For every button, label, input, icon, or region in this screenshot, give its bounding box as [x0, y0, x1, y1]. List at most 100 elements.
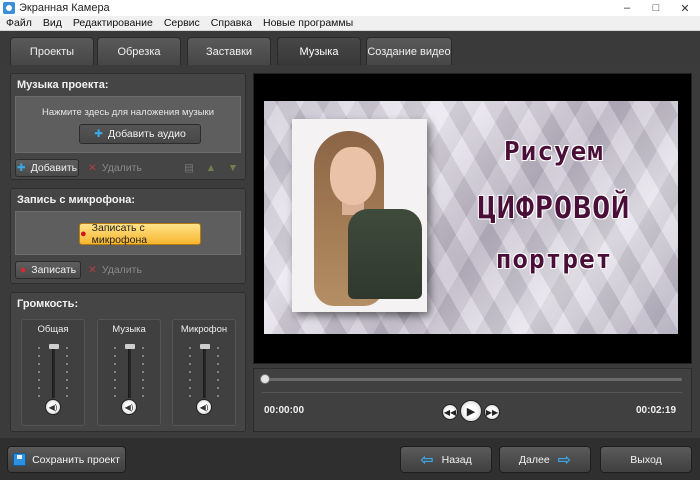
video-viewer[interactable]: Рисуем ЦИФРОВОЙ портрет: [253, 73, 692, 364]
volume-slider-handle[interactable]: [200, 344, 210, 349]
floppy-disk-icon: [13, 453, 27, 466]
previous-icon[interactable]: ◀◀: [442, 404, 458, 420]
seek-bar[interactable]: [260, 374, 682, 384]
volume-slider-track[interactable]: [200, 344, 210, 398]
seek-handle[interactable]: [260, 374, 270, 384]
portrait-face: [330, 147, 376, 205]
remove-recording-label: Удалить: [101, 264, 142, 276]
menu-bar: Файл Вид Редактирование Сервис Справка Н…: [0, 16, 700, 31]
scale-dots: [114, 344, 116, 398]
window-title: Экранная Камера: [19, 2, 110, 14]
main-area: Музыка проекта: Нажмите здесь для наложе…: [0, 65, 700, 438]
tab-trim[interactable]: Обрезка: [97, 37, 181, 65]
app-camera-icon: [3, 2, 15, 14]
record-from-mic-button[interactable]: ● Записать с микрофона: [79, 222, 201, 246]
divider: [262, 392, 682, 393]
close-button[interactable]: ✕: [670, 0, 700, 16]
scale-dots: [217, 344, 219, 398]
speaker-icon[interactable]: ◀): [196, 399, 212, 415]
mic-panel: Запись с микрофона: ● Записать с микрофо…: [10, 188, 246, 284]
portrait-photo: [292, 119, 427, 312]
preview-headline-line2: ЦИФРОВОЙ: [477, 191, 631, 226]
add-audio-button[interactable]: ✚ Добавить аудио: [79, 124, 201, 144]
move-up-icon[interactable]: ▲: [203, 159, 219, 177]
volume-slider-track[interactable]: [49, 344, 59, 398]
music-drop-area[interactable]: Нажмите здесь для наложения музыки ✚ Доб…: [15, 96, 241, 153]
add-audio-label: Добавить аудио: [108, 128, 186, 140]
video-frame: Рисуем ЦИФРОВОЙ портрет: [264, 101, 678, 334]
volume-panel: Громкость: Общая ◀) Музыка ◀) Микрофон ◀…: [10, 292, 246, 432]
tab-bar: Проекты Обрезка Заставки Музыка Создание…: [0, 31, 700, 65]
arrow-right-icon: ⇨: [557, 451, 572, 469]
exit-label: Выход: [630, 453, 662, 466]
remove-recording-button[interactable]: ✕ Удалить: [83, 261, 147, 279]
menu-file[interactable]: Файл: [6, 17, 32, 29]
add-music-button[interactable]: ✚ Добавить: [15, 159, 79, 177]
volume-slider-track[interactable]: [125, 344, 135, 398]
play-icon[interactable]: ▶: [460, 400, 482, 422]
back-label: Назад: [441, 453, 472, 466]
footer-bar: Сохранить проект ⇦ Назад Далее ⇨ Выход: [0, 438, 700, 480]
save-project-button[interactable]: Сохранить проект: [7, 446, 126, 473]
add-music-label: Добавить: [30, 162, 78, 174]
move-down-icon[interactable]: ▼: [225, 159, 241, 177]
current-time: 00:00:00: [264, 405, 305, 416]
next-icon[interactable]: ▶▶: [484, 404, 500, 420]
speaker-icon[interactable]: ◀): [121, 399, 137, 415]
speaker-icon[interactable]: ◀): [45, 399, 61, 415]
tab-projects[interactable]: Проекты: [10, 37, 94, 65]
next-label: Далее: [518, 453, 550, 466]
remove-music-button[interactable]: ✕ Удалить: [83, 159, 147, 177]
volume-panel-title: Громкость:: [17, 298, 79, 310]
record-dot-icon: ●: [19, 264, 27, 276]
menu-help[interactable]: Справка: [211, 17, 252, 29]
volume-channel-label: Музыка: [112, 324, 146, 335]
next-button[interactable]: Далее ⇨: [499, 446, 591, 473]
exit-button[interactable]: Выход: [600, 446, 692, 473]
record-from-mic-label: Записать с микрофона: [91, 222, 148, 246]
tab-music[interactable]: Музыка: [277, 37, 361, 65]
minimize-button[interactable]: –: [612, 0, 642, 16]
player-controls: 00:00:00 ◀◀ ▶ ▶▶ 00:02:19: [253, 368, 692, 432]
plus-icon: ✚: [16, 162, 26, 174]
title-bar: Экранная Камера – □ ✕: [0, 0, 700, 16]
volume-slider-handle[interactable]: [125, 344, 135, 349]
preview-headline-line1: Рисуем: [504, 137, 604, 167]
mic-panel-title: Запись с микрофона:: [17, 194, 135, 206]
music-panel-title: Музыка проекта:: [17, 79, 109, 91]
record-button[interactable]: ● Записать: [15, 261, 81, 279]
music-panel: Музыка проекта: Нажмите здесь для наложе…: [10, 73, 246, 180]
menu-view[interactable]: Вид: [43, 17, 62, 29]
tab-create-video[interactable]: Создание видео: [366, 37, 452, 65]
volume-slider-handle[interactable]: [49, 344, 59, 349]
record-dot-icon: ●: [80, 228, 87, 240]
portrait-sweater: [348, 209, 422, 299]
save-project-label: Сохранить проект: [32, 453, 120, 466]
volume-channel-music: Музыка ◀): [97, 319, 161, 426]
scale-dots: [142, 344, 144, 398]
scale-dots: [38, 344, 40, 398]
plus-icon: ✚: [94, 128, 104, 140]
volume-channel-general: Общая ◀): [21, 319, 85, 426]
record-label: Записать: [31, 264, 77, 276]
menu-service[interactable]: Сервис: [164, 17, 200, 29]
volume-channel-label: Общая: [37, 324, 69, 335]
maximize-button[interactable]: □: [641, 0, 671, 16]
preview-headline-line3: портрет: [495, 245, 613, 275]
tab-intros[interactable]: Заставки: [187, 37, 271, 65]
scale-dots: [66, 344, 68, 398]
total-time: 00:02:19: [636, 405, 677, 416]
volume-channel-mic: Микрофон ◀): [172, 319, 236, 426]
volume-channel-label: Микрофон: [180, 324, 228, 335]
scale-dots: [189, 344, 191, 398]
properties-icon[interactable]: ▤: [181, 159, 197, 177]
remove-music-label: Удалить: [101, 162, 142, 174]
music-drop-hint: Нажмите здесь для наложения музыки: [41, 107, 215, 118]
menu-edit[interactable]: Редактирование: [73, 17, 153, 29]
cross-icon: ✕: [88, 162, 97, 174]
back-button[interactable]: ⇦ Назад: [400, 446, 492, 473]
arrow-left-icon: ⇦: [420, 451, 434, 469]
cross-icon: ✕: [88, 264, 97, 276]
menu-new-programs[interactable]: Новые программы: [263, 17, 353, 29]
mic-area: ● Записать с микрофона: [15, 211, 241, 255]
